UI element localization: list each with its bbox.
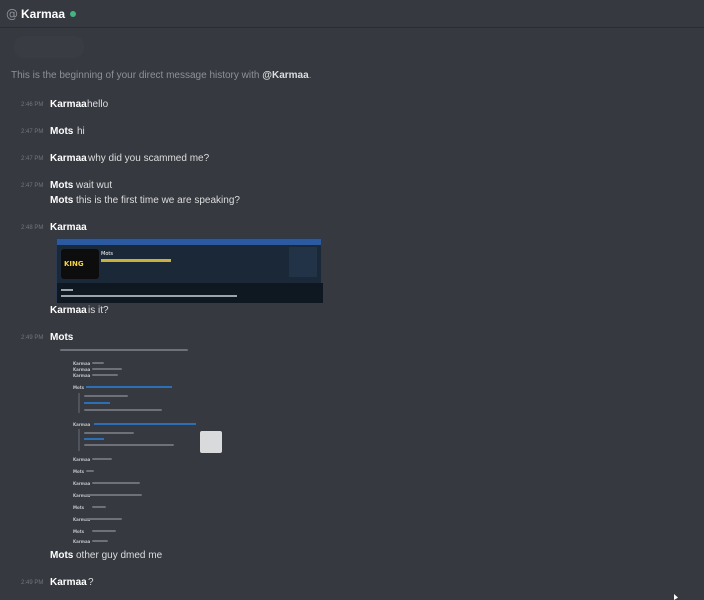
- nested-author: Karmaa: [73, 367, 91, 372]
- nested-text: [92, 482, 140, 484]
- message-text: wait wut: [76, 180, 113, 191]
- nested-author: Karmaa: [73, 481, 91, 486]
- nested-text: [86, 470, 94, 472]
- user-mention[interactable]: @Karmaa: [262, 70, 308, 81]
- message-author[interactable]: Karmaa: [50, 305, 87, 316]
- timestamp: 2:47 PM: [21, 129, 44, 135]
- nested-text: [84, 395, 128, 397]
- profile-badge-line: [101, 259, 171, 262]
- message-author[interactable]: Karmaa: [50, 99, 87, 110]
- nested-text: [92, 374, 118, 376]
- comment-line: [61, 295, 237, 297]
- nested-embed-border: [78, 393, 80, 413]
- browser-bar: [57, 239, 321, 245]
- message-text: why did you scammed me?: [88, 153, 210, 164]
- avatar: [14, 36, 84, 58]
- timestamp: 2:47 PM: [21, 156, 44, 162]
- timestamp: 2:48 PM: [21, 225, 44, 231]
- timestamp: 2:46 PM: [21, 102, 44, 108]
- nested-text: [84, 444, 174, 446]
- comment-line: [61, 289, 73, 291]
- nested-embed-border: [78, 429, 80, 451]
- nested-author: Mots: [73, 385, 85, 390]
- logo-text: KING: [64, 260, 84, 268]
- nested-text: [86, 518, 122, 520]
- profile-stats-panel: [289, 247, 317, 277]
- message-author[interactable]: Karmaa: [50, 153, 87, 164]
- nested-text: [92, 368, 122, 370]
- at-icon: @: [6, 6, 18, 21]
- message-author[interactable]: Karmaa: [50, 577, 87, 588]
- message-author[interactable]: Mots: [50, 126, 73, 137]
- channel-header: @ Karmaa: [0, 0, 704, 28]
- nested-author: Mots: [73, 529, 85, 534]
- message-text: is it?: [88, 305, 109, 316]
- nested-author: Karmaa: [73, 539, 91, 544]
- nested-text: [92, 506, 106, 508]
- nested-thumbnail: [200, 431, 222, 453]
- nested-author: Karmaa: [73, 457, 91, 462]
- message-text: other guy dmed me: [76, 550, 163, 561]
- screenshot-attachment[interactable]: KING Mots: [56, 238, 323, 303]
- message-author[interactable]: Karmaa: [50, 222, 87, 233]
- comment-strip: [57, 283, 323, 303]
- channel-title[interactable]: Karmaa: [21, 7, 65, 21]
- nested-dm-screenshot[interactable]: Karmaa Karmaa Karmaa Mots Karmaa Karmaa …: [56, 345, 226, 545]
- nested-link: [84, 402, 110, 404]
- nested-text: [92, 458, 112, 460]
- message-author[interactable]: Mots: [50, 332, 73, 343]
- nested-author: Karmaa: [73, 373, 91, 378]
- message-author[interactable]: Mots: [50, 180, 73, 191]
- nested-author: Karmaa: [73, 361, 91, 366]
- nested-text: [84, 409, 162, 411]
- timestamp: 2:49 PM: [21, 580, 44, 586]
- online-status-icon: [70, 10, 77, 17]
- nested-text: [84, 432, 134, 434]
- timestamp: 2:47 PM: [21, 183, 44, 189]
- message-text: hello: [87, 99, 109, 110]
- nested-text: [92, 540, 108, 542]
- profile-name: Mots: [101, 251, 113, 257]
- message-text: ?: [88, 577, 94, 588]
- nested-text: [92, 362, 104, 364]
- nested-link: [84, 438, 104, 440]
- message-author[interactable]: Mots: [50, 550, 73, 561]
- nested-intro-line: [60, 349, 188, 351]
- message-text: hi: [77, 126, 85, 137]
- nested-author: Mots: [73, 469, 85, 474]
- nested-author: Karmaa: [73, 422, 91, 427]
- message-text: this is the first time we are speaking?: [76, 195, 240, 206]
- dm-intro-text: This is the beginning of your direct mes…: [11, 70, 312, 81]
- nested-link: [94, 423, 196, 425]
- nested-link: [86, 386, 172, 388]
- nested-text: [92, 530, 116, 532]
- message-author[interactable]: Mots: [50, 195, 73, 206]
- mouse-cursor-icon: [674, 594, 678, 600]
- nested-author: Mots: [73, 505, 85, 510]
- nested-text: [86, 494, 142, 496]
- timestamp: 2:49 PM: [21, 335, 44, 341]
